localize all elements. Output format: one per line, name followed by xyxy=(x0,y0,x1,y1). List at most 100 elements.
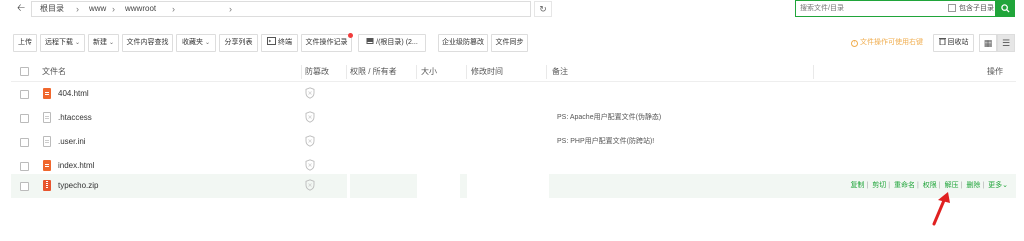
separator: | xyxy=(938,182,941,189)
copy-link[interactable]: 复制 xyxy=(850,182,864,189)
share-list-label: 分享列表 xyxy=(224,39,253,46)
text-file-icon xyxy=(43,112,51,123)
sync-button[interactable]: 文件同步 xyxy=(491,34,528,52)
crumb-wwwroot[interactable]: wwwroot xyxy=(125,2,156,16)
upload-label: 上传 xyxy=(18,39,32,46)
column-divider xyxy=(466,65,467,79)
file-remark[interactable]: PS: PHP用户配置文件(防跨站)! xyxy=(557,130,654,154)
favorites-button[interactable]: 收藏夹 ⌄ xyxy=(176,34,216,52)
upload-button[interactable]: 上传 xyxy=(13,34,37,52)
file-log-label: 文件操作记录 xyxy=(305,39,348,46)
text-file-icon xyxy=(43,136,51,147)
shield-icon[interactable] xyxy=(305,135,315,147)
recycle-bin-button[interactable]: 回收站 xyxy=(933,34,974,52)
file-name[interactable]: typecho.zip xyxy=(58,174,98,198)
col-size[interactable]: 大小 xyxy=(421,62,437,82)
row-checkbox[interactable] xyxy=(20,182,29,191)
path-input[interactable]: 根目录 › www › wwwroot › › xyxy=(31,1,531,17)
file-name[interactable]: .user.ini xyxy=(58,130,86,154)
crumb-root[interactable]: 根目录 xyxy=(40,2,64,16)
col-remark: 备注 xyxy=(552,67,568,76)
row-checkbox[interactable] xyxy=(20,90,29,99)
content-search-button[interactable]: 文件内容查找 xyxy=(122,34,173,52)
file-name[interactable]: .htaccess xyxy=(58,106,92,130)
row-checkbox[interactable] xyxy=(20,114,29,123)
subdir-label: 包含子目录 xyxy=(959,5,994,12)
file-remark[interactable]: PS: Apache用户配置文件(伪静态) xyxy=(557,106,661,130)
shield-icon[interactable] xyxy=(305,159,315,171)
disk-icon xyxy=(366,38,374,44)
disk-label: /(根目录) (2... xyxy=(376,39,418,46)
table-header: 文件名 防篡改 权限 / 所有者 大小 修改时间 备注 操作 xyxy=(11,62,1016,82)
delete-link[interactable]: 删除 xyxy=(966,182,980,189)
subdir-checkbox[interactable] xyxy=(948,4,956,12)
favorites-label: 收藏夹 xyxy=(182,39,203,46)
separator: | xyxy=(960,182,963,189)
col-tamper[interactable]: 防篡改 xyxy=(305,62,329,82)
chevron-right-icon: › xyxy=(172,4,175,14)
column-divider xyxy=(546,65,547,79)
terminal-button[interactable]: 终端 xyxy=(261,34,298,52)
grid-view-button[interactable]: ▦ xyxy=(979,34,997,52)
list-view-button[interactable]: ☰ xyxy=(997,34,1015,52)
cut-link[interactable]: 剪切 xyxy=(872,182,886,189)
zip-file-icon xyxy=(43,180,51,191)
search-button[interactable] xyxy=(995,0,1015,17)
row-checkbox[interactable] xyxy=(20,138,29,147)
row-highlight xyxy=(350,174,417,198)
terminal-icon xyxy=(267,37,277,45)
more-link[interactable]: 更多 xyxy=(988,182,1002,189)
column-divider xyxy=(301,65,302,79)
sync-label: 文件同步 xyxy=(495,39,524,46)
tip-text: 文件操作可使用右键 xyxy=(859,39,923,46)
new-button[interactable]: 新建 ⌄ xyxy=(88,34,119,52)
tamper-label: 企业级防篡改 xyxy=(442,39,484,46)
grid-icon: ▦ xyxy=(983,38,993,48)
refresh-button[interactable]: ↻ xyxy=(534,1,552,17)
column-divider xyxy=(346,65,347,79)
chevron-down-icon: ⌄ xyxy=(1002,182,1008,189)
list-icon: ☰ xyxy=(1001,38,1011,48)
file-name[interactable]: 404.html xyxy=(58,82,89,106)
column-divider xyxy=(416,65,417,79)
share-list-button[interactable]: 分享列表 xyxy=(219,34,258,52)
separator: | xyxy=(888,182,891,189)
disk-button[interactable]: /(根目录) (2... xyxy=(358,34,426,52)
chevron-right-icon: › xyxy=(76,4,79,14)
shield-icon[interactable] xyxy=(305,111,315,123)
col-ops: 操作 xyxy=(987,67,1003,76)
table-row[interactable]: .user.ini PS: PHP用户配置文件(防跨站)! xyxy=(11,130,1016,154)
separator: | xyxy=(917,182,919,189)
col-perm[interactable]: 权限 / 所有者 xyxy=(350,62,397,82)
recycle-label: 回收站 xyxy=(947,39,969,46)
chevron-down-icon: ⌄ xyxy=(108,40,114,46)
row-checkbox[interactable] xyxy=(20,162,29,171)
search-input[interactable] xyxy=(796,1,946,16)
search-icon xyxy=(1000,4,1010,13)
remote-download-button[interactable]: 远程下载 ⌄ xyxy=(40,34,85,52)
chevron-right-icon: › xyxy=(112,4,115,14)
shield-icon[interactable] xyxy=(305,179,315,191)
remote-download-label: 远程下载 xyxy=(45,39,73,46)
html-file-icon xyxy=(43,160,51,171)
col-name[interactable]: 文件名 xyxy=(42,62,66,82)
crumb-www[interactable]: www xyxy=(89,2,106,16)
html-file-icon xyxy=(43,88,51,99)
permission-link[interactable]: 权限 xyxy=(923,182,937,189)
terminal-label: 终端 xyxy=(277,39,292,46)
col-mtime[interactable]: 修改时间 xyxy=(471,62,503,82)
tamper-button[interactable]: 企业级防篡改 xyxy=(438,34,488,52)
back-button[interactable]: 🡠 xyxy=(13,2,29,16)
table-row-hover[interactable]: typecho.zip 复制 | 剪切 | 重命名 | 权限 | 解压 | 删除 | 更多⌄ xyxy=(11,174,1016,198)
table-row[interactable]: .htaccess PS: Apache用户配置文件(伪静态) xyxy=(11,106,1016,130)
rename-link[interactable]: 重命名 xyxy=(894,182,915,189)
column-divider xyxy=(813,65,814,79)
select-all-checkbox[interactable] xyxy=(20,67,29,76)
refresh-icon: ↻ xyxy=(539,4,547,14)
trash-icon xyxy=(938,38,946,46)
table-row[interactable]: 404.html xyxy=(11,82,1016,106)
info-icon: ! xyxy=(851,40,858,47)
extract-link[interactable]: 解压 xyxy=(945,182,959,189)
file-log-button[interactable]: 文件操作记录 xyxy=(301,33,353,52)
shield-icon[interactable] xyxy=(305,87,315,99)
